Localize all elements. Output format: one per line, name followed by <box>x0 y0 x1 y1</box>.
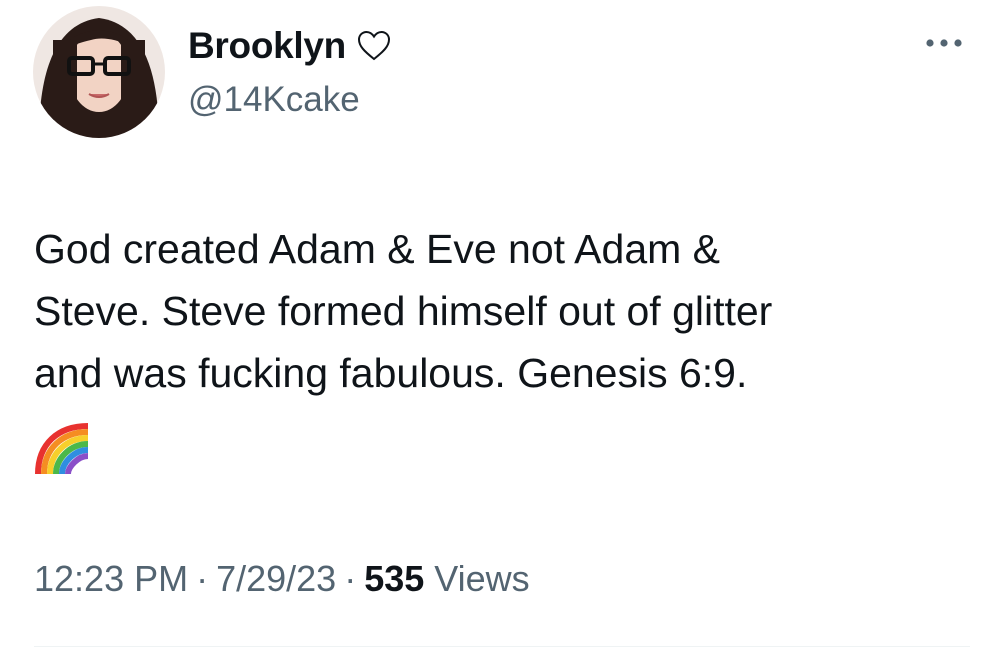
tweet-date[interactable]: 7/29/23 <box>216 558 336 600</box>
meta-separator: · <box>196 558 209 599</box>
tweet-card: Brooklyn @14Kcake God created Adam & Eve… <box>0 0 1000 653</box>
rainbow-icon <box>34 420 90 476</box>
author-handle[interactable]: @14Kcake <box>188 80 360 120</box>
views-label: Views <box>434 558 530 599</box>
more-options-button[interactable] <box>918 28 970 58</box>
meta-separator: · <box>344 558 357 599</box>
author-name-row: Brooklyn <box>188 22 392 70</box>
divider <box>34 646 970 647</box>
avatar-portrait-icon <box>33 6 165 138</box>
views-count: 535 <box>364 558 425 599</box>
tweet-meta: 12:23 PM · 7/29/23 · 535 Views <box>34 558 530 600</box>
avatar[interactable] <box>33 6 165 138</box>
tweet-text: God created Adam & Eve not Adam & Steve.… <box>34 226 773 396</box>
ellipsis-icon <box>926 39 962 47</box>
author-display-name[interactable]: Brooklyn <box>188 25 346 67</box>
tweet-time[interactable]: 12:23 PM <box>34 558 188 600</box>
heart-outline-icon <box>356 28 392 64</box>
